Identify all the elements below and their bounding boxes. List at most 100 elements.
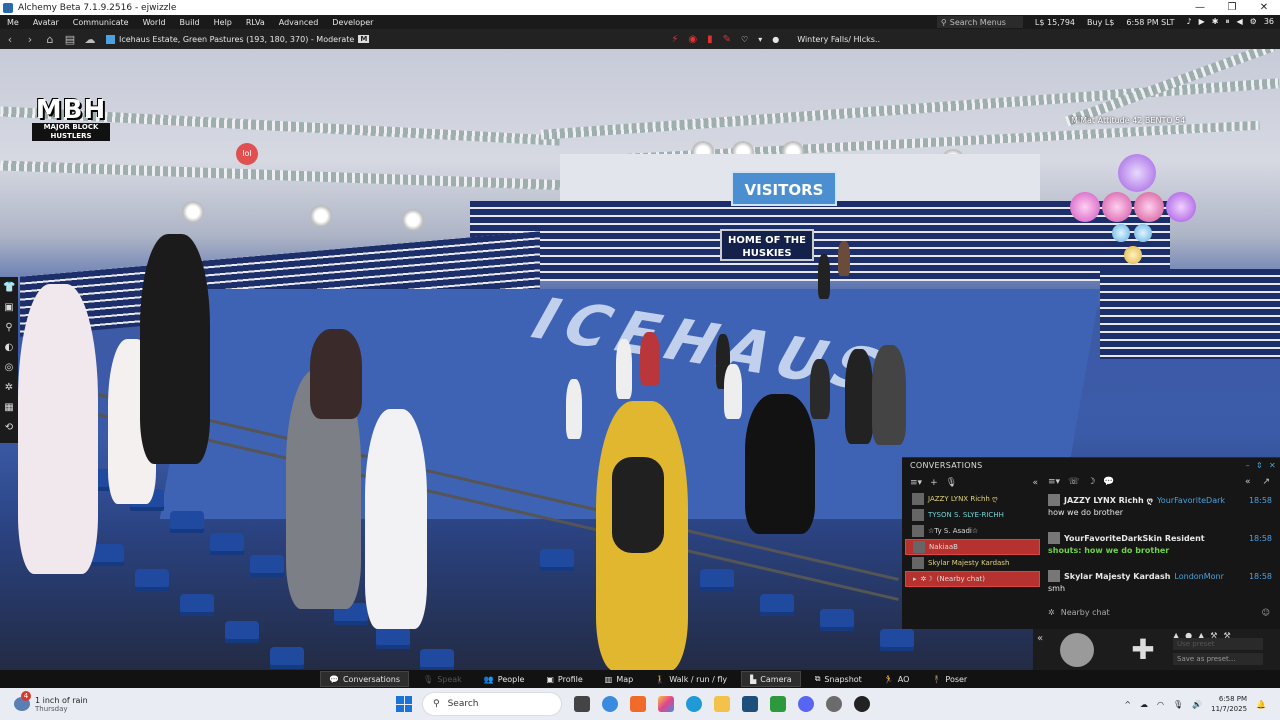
discord-icon[interactable]: [798, 696, 814, 712]
pause-icon[interactable]: ⏸: [1225, 17, 1229, 27]
conversations-button[interactable]: 💬 Conversations: [320, 671, 410, 687]
microphone-icon[interactable]: 🎙: [1173, 700, 1183, 709]
volume-icon[interactable]: ◀: [1236, 17, 1242, 27]
menu-rlva[interactable]: RLVa: [239, 18, 272, 27]
appearance-icon[interactable]: ◐: [3, 340, 15, 356]
hud-next-icon[interactable]: [1166, 192, 1196, 222]
camera-preset-dropdown[interactable]: Use preset: [1173, 638, 1263, 650]
wifi-icon[interactable]: ◠: [1157, 700, 1164, 709]
message-sender[interactable]: YourFavoriteDarkSkin Resident: [1064, 534, 1205, 543]
settings-gear-icon[interactable]: [826, 696, 842, 712]
message-sender[interactable]: JAZZY LYNX Richh ღ: [1064, 496, 1153, 505]
sound-icon[interactable]: ♪: [1187, 17, 1192, 27]
search-icon[interactable]: ⚲: [3, 320, 15, 336]
favorite-landmark-link[interactable]: Wintery Falls/ Hlcks..: [797, 35, 880, 44]
avatar-figure[interactable]: [18, 284, 98, 574]
hud-badge-lol[interactable]: lol: [236, 143, 258, 165]
hud-lock-icon[interactable]: [1124, 246, 1142, 264]
avatar-figure[interactable]: [845, 349, 873, 444]
conversation-item[interactable]: JAZZY LYNX Richh ღ: [905, 491, 1040, 507]
build-icon[interactable]: ▦: [3, 400, 15, 416]
search-menus-input[interactable]: ⚲ Search Menus: [936, 16, 1023, 28]
back-arrow-icon[interactable]: ‹: [0, 33, 20, 46]
forward-arrow-icon[interactable]: ›: [20, 33, 40, 46]
people-button[interactable]: 👥 People: [476, 671, 533, 687]
speech-bubble-icon[interactable]: 💬: [1103, 477, 1114, 487]
menu-build[interactable]: Build: [173, 18, 207, 27]
volume-icon[interactable]: 🔊: [1192, 700, 1202, 709]
tear-off-icon[interactable]: ↗: [1262, 477, 1270, 487]
brave-icon[interactable]: [630, 696, 646, 712]
snapshot-button[interactable]: ⧉ Snapshot: [807, 671, 870, 687]
conversation-item[interactable]: ☆Ty S. Asadi☆: [905, 523, 1040, 539]
avatar-figure[interactable]: [140, 234, 210, 464]
buy-currency-button[interactable]: Buy L$: [1087, 18, 1114, 27]
weather-widget[interactable]: 4 1 inch of rain Thursday: [0, 691, 390, 713]
file-explorer-icon[interactable]: [714, 696, 730, 712]
camera-orbit-joystick[interactable]: [1060, 633, 1094, 667]
taskbar-search[interactable]: ⚲ Search: [422, 692, 562, 716]
task-view-icon[interactable]: [574, 696, 590, 712]
call-icon[interactable]: ☏: [1068, 477, 1079, 487]
close-button[interactable]: ✕: [1248, 2, 1280, 13]
chat-options-icon[interactable]: ≡▾: [1048, 477, 1060, 487]
windows-start-icon[interactable]: [396, 696, 412, 712]
avatar-figure[interactable]: [365, 409, 427, 629]
hud-prev-icon[interactable]: [1070, 192, 1100, 222]
gestures-icon[interactable]: ✲: [3, 380, 15, 396]
avatar-figure[interactable]: [616, 339, 632, 399]
menu-advanced[interactable]: Advanced: [272, 18, 326, 27]
menu-developer[interactable]: Developer: [325, 18, 380, 27]
menu-help[interactable]: Help: [207, 18, 239, 27]
settings-gear-icon[interactable]: ⚙: [1250, 17, 1257, 27]
save-preset-button[interactable]: Save as preset...: [1173, 653, 1263, 665]
menu-avatar[interactable]: Avatar: [26, 18, 66, 27]
moon-icon[interactable]: ☽: [1087, 477, 1095, 487]
walk-run-fly-button[interactable]: 🚶 Walk / run / fly: [647, 671, 735, 687]
avatar-figure[interactable]: [724, 364, 742, 419]
avatar-figure[interactable]: [640, 332, 660, 386]
animation-hud[interactable]: [1062, 150, 1212, 265]
avatar-figure[interactable]: [872, 345, 906, 445]
close-icon[interactable]: ✕: [1269, 461, 1276, 470]
tray-overflow-icon[interactable]: ^: [1124, 700, 1131, 709]
menu-me[interactable]: Me: [0, 18, 26, 27]
edge-icon[interactable]: [686, 696, 702, 712]
cloud-icon[interactable]: ☁: [80, 33, 100, 46]
collapse-list-icon[interactable]: «: [1032, 478, 1038, 488]
expand-arrow-icon[interactable]: ▸: [913, 575, 917, 583]
map-button[interactable]: ▥ Map: [597, 671, 641, 687]
collapse-chat-icon[interactable]: «: [1245, 477, 1251, 487]
inventory-shirt-icon[interactable]: 👕: [3, 280, 15, 296]
avatar-figure[interactable]: [310, 329, 362, 419]
poser-button[interactable]: 🕴 Poser: [923, 671, 975, 687]
conversation-item[interactable]: TYSON S. SLYE-RICHH: [905, 507, 1040, 523]
hud-menu-icon[interactable]: [1118, 154, 1156, 192]
camera-pan-control[interactable]: ✚: [1121, 633, 1165, 667]
hud-plus-icon[interactable]: [1134, 224, 1152, 242]
avatar-figure[interactable]: [745, 394, 815, 534]
avatar-figure[interactable]: [566, 379, 582, 439]
location-bar[interactable]: Icehaus Estate, Green Pastures (193, 180…: [106, 34, 370, 44]
home-icon[interactable]: ⌂: [40, 33, 60, 46]
hud-play-icon[interactable]: [1102, 192, 1132, 222]
conversation-item-selected[interactable]: NakiaaB: [905, 539, 1040, 555]
notifications-bell-icon[interactable]: 🔔: [1256, 700, 1266, 709]
avatar-figure[interactable]: [810, 359, 830, 419]
hud-minus-icon[interactable]: [1112, 224, 1130, 242]
copilot-icon[interactable]: [602, 696, 618, 712]
add-conversation-icon[interactable]: +: [930, 478, 938, 488]
walk-icon[interactable]: ✱: [1212, 17, 1219, 27]
media-icon[interactable]: ▶: [1199, 17, 1205, 27]
minimize-icon[interactable]: –: [1246, 461, 1250, 470]
collapse-camera-icon[interactable]: «: [1037, 633, 1043, 644]
menu-communicate[interactable]: Communicate: [66, 18, 136, 27]
camera-button[interactable]: ▙ Camera: [741, 671, 801, 687]
nearby-chat-item[interactable]: ▸ ✲☽ (Nearby chat): [905, 571, 1040, 587]
menu-world[interactable]: World: [136, 18, 173, 27]
speak-button[interactable]: 🎙 Speak: [415, 671, 470, 687]
viewer-app-icon[interactable]: [742, 696, 758, 712]
hud-stop-icon[interactable]: [1134, 192, 1164, 222]
favorite-heart-icon[interactable]: ♡: [741, 35, 748, 44]
minimize-button[interactable]: —: [1184, 2, 1216, 13]
